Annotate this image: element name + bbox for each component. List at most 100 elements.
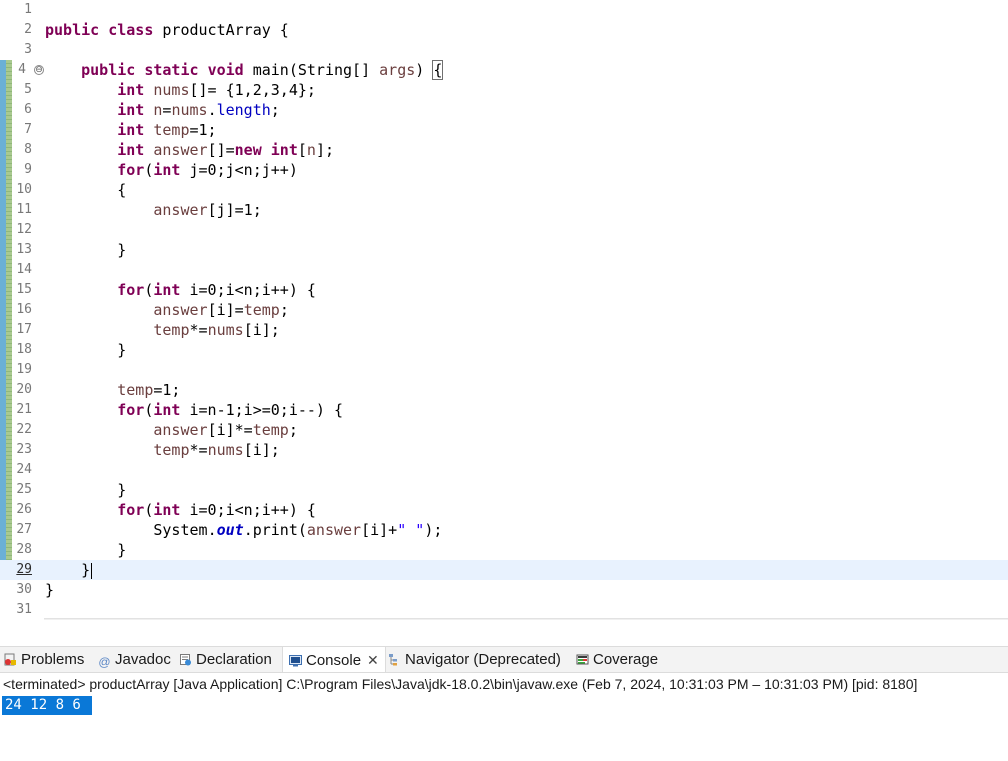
close-icon[interactable]: ✕ xyxy=(367,647,379,673)
code-line: 5 int nums[]= {1,2,3,4}; xyxy=(0,80,1008,100)
line-number: 28 xyxy=(16,542,32,557)
code-text[interactable]: temp*=nums[i]; xyxy=(45,440,279,460)
horizontal-scrollbar[interactable] xyxy=(44,618,1008,620)
line-number: 6 xyxy=(24,102,32,117)
line-number: 17 xyxy=(16,322,32,337)
code-text[interactable]: temp*=nums[i]; xyxy=(45,320,279,340)
code-text[interactable]: } xyxy=(45,540,126,560)
code-line: 22 answer[i]*=temp; xyxy=(0,420,1008,440)
code-line: 1 xyxy=(0,0,1008,20)
code-line: 24 xyxy=(0,460,1008,480)
code-line: 28 } xyxy=(0,540,1008,560)
code-text[interactable]: int temp=1; xyxy=(45,120,216,140)
code-text[interactable]: int n=nums.length; xyxy=(45,100,280,120)
code-line: 11 answer[j]=1; xyxy=(0,200,1008,220)
line-number: 14 xyxy=(16,262,32,277)
code-text[interactable]: } xyxy=(45,240,126,260)
javadoc-icon: @ xyxy=(98,655,111,669)
line-number: 18 xyxy=(16,342,32,357)
line-number: 25 xyxy=(16,482,32,497)
tab-javadoc[interactable]: @ Javadoc xyxy=(98,647,170,673)
code-line: 6 int n=nums.length; xyxy=(0,100,1008,120)
code-text[interactable]: public static void main(String[] args) { xyxy=(45,60,444,80)
line-number: 30 xyxy=(16,582,32,597)
line-number: 19 xyxy=(16,362,32,377)
line-number: 15 xyxy=(16,282,32,297)
line-number: 11 xyxy=(16,202,32,217)
code-text[interactable]: temp=1; xyxy=(45,380,180,400)
code-line: 7 int temp=1; xyxy=(0,120,1008,140)
line-number: 21 xyxy=(16,402,32,417)
line-number: 20 xyxy=(16,382,32,397)
code-text[interactable]: int answer[]=new int[n]; xyxy=(45,140,334,160)
line-number: 24 xyxy=(16,462,32,477)
code-text[interactable]: System.out.print(answer[i]+" "); xyxy=(45,520,442,540)
code-line: 19 xyxy=(0,360,1008,380)
code-line: 8 int answer[]=new int[n]; xyxy=(0,140,1008,160)
coverage-icon xyxy=(576,654,589,665)
line-number: 7 xyxy=(24,122,32,137)
tab-navigator[interactable]: Navigator (Deprecated) xyxy=(388,647,561,673)
line-number: 2 xyxy=(24,22,32,37)
code-text[interactable]: for(int i=0;i<n;i++) { xyxy=(45,500,316,520)
line-number: 12 xyxy=(16,222,32,237)
tab-problems[interactable]: Problems xyxy=(4,647,84,673)
code-text[interactable]: answer[j]=1; xyxy=(45,200,261,220)
console-process-status: <terminated> productArray [Java Applicat… xyxy=(3,676,918,692)
code-text[interactable]: } xyxy=(45,560,93,580)
code-text[interactable]: for(int i=n-1;i>=0;i--) { xyxy=(45,400,343,420)
code-text[interactable]: int nums[]= {1,2,3,4}; xyxy=(45,80,316,100)
code-line: 2 public class productArray { xyxy=(0,20,1008,40)
code-text[interactable]: } xyxy=(45,480,126,500)
code-line: 30 } xyxy=(0,580,1008,600)
navigator-icon xyxy=(389,654,397,666)
console-view[interactable]: <terminated> productArray [Java Applicat… xyxy=(0,672,1008,761)
line-number: 23 xyxy=(16,442,32,457)
code-line: 20 temp=1; xyxy=(0,380,1008,400)
line-number: 27 xyxy=(16,522,32,537)
line-number: 13 xyxy=(16,242,32,257)
line-number: 5 xyxy=(24,82,32,97)
text-cursor xyxy=(91,562,93,579)
code-line: 15 for(int i=0;i<n;i++) { xyxy=(0,280,1008,300)
line-number: 4 xyxy=(18,62,26,77)
line-number: 9 xyxy=(24,162,32,177)
tab-coverage[interactable]: Coverage xyxy=(576,647,658,673)
line-number: 3 xyxy=(24,42,32,57)
code-text[interactable]: } xyxy=(45,580,54,600)
code-line: 3 xyxy=(0,40,1008,60)
code-line: 13 } xyxy=(0,240,1008,260)
code-text[interactable]: { xyxy=(45,180,126,200)
code-text[interactable]: } xyxy=(45,340,126,360)
line-number: 10 xyxy=(16,182,32,197)
console-output-selected[interactable]: 24 12 8 6 xyxy=(2,696,93,715)
code-line: 14 xyxy=(0,260,1008,280)
line-number: 22 xyxy=(16,422,32,437)
line-number: 8 xyxy=(24,142,32,157)
tab-console[interactable]: Console ✕ xyxy=(282,647,386,673)
code-text[interactable]: public class productArray { xyxy=(45,20,289,40)
code-line: 18 } xyxy=(0,340,1008,360)
code-text[interactable]: for(int i=0;i<n;i++) { xyxy=(45,280,316,300)
code-text[interactable]: for(int j=0;j<n;j++) xyxy=(45,160,298,180)
problems-icon xyxy=(4,653,16,666)
code-text[interactable]: answer[i]=temp; xyxy=(45,300,288,320)
code-line: 9 for(int j=0;j<n;j++) xyxy=(0,160,1008,180)
view-tab-bar: Problems @ Javadoc Declaration Console ✕ N… xyxy=(0,646,1008,673)
code-line: 4 ⊖ public static void main(String[] arg… xyxy=(0,60,1008,80)
code-line: 23 temp*=nums[i]; xyxy=(0,440,1008,460)
fold-collapse-icon[interactable]: ⊖ xyxy=(34,65,44,75)
console-icon xyxy=(289,655,302,667)
code-line: 27 System.out.print(answer[i]+" "); xyxy=(0,520,1008,540)
code-line: 16 answer[i]=temp; xyxy=(0,300,1008,320)
code-line: 21 for(int i=n-1;i>=0;i--) { xyxy=(0,400,1008,420)
tab-declaration[interactable]: Declaration xyxy=(179,647,272,673)
line-number: 1 xyxy=(24,2,32,17)
line-number: 29 xyxy=(16,562,32,577)
code-text[interactable]: answer[i]*=temp; xyxy=(45,420,298,440)
line-number: 26 xyxy=(16,502,32,517)
declaration-icon xyxy=(180,654,191,666)
code-line: 17 temp*=nums[i]; xyxy=(0,320,1008,340)
line-number: 16 xyxy=(16,302,32,317)
code-editor[interactable]: 1 2 public class productArray { 3 4 ⊖ pu… xyxy=(0,0,1008,620)
